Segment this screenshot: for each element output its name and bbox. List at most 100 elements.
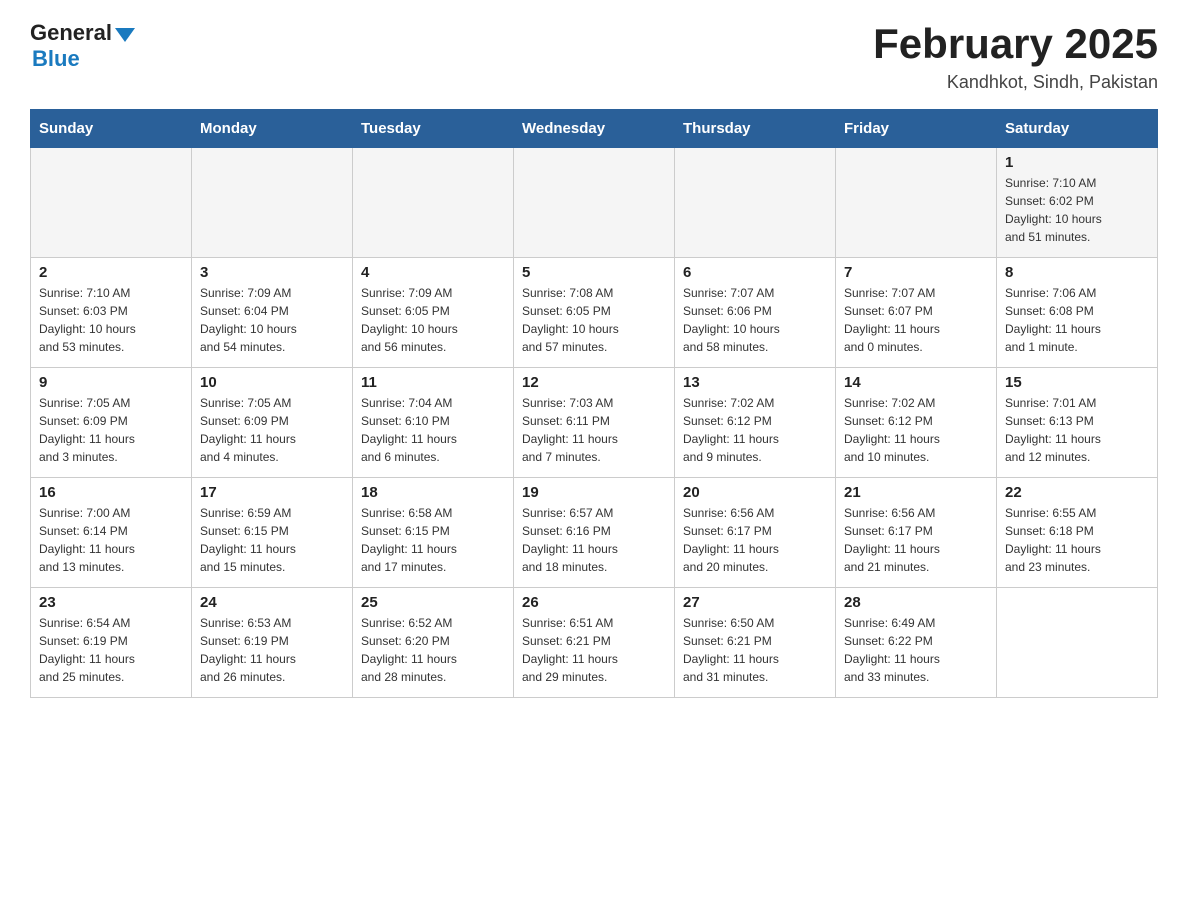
logo-arrow-icon bbox=[115, 28, 135, 42]
day-info: Sunrise: 6:52 AM Sunset: 6:20 PM Dayligh… bbox=[361, 614, 505, 686]
day-info: Sunrise: 7:02 AM Sunset: 6:12 PM Dayligh… bbox=[683, 394, 827, 466]
day-cell: 22 Sunrise: 6:55 AM Sunset: 6:18 PM Dayli… bbox=[997, 478, 1158, 588]
day-info: Sunrise: 6:58 AM Sunset: 6:15 PM Dayligh… bbox=[361, 504, 505, 576]
day-info: Sunrise: 6:53 AM Sunset: 6:19 PM Dayligh… bbox=[200, 614, 344, 686]
day-number: 17 bbox=[200, 484, 344, 501]
day-number: 18 bbox=[361, 484, 505, 501]
header-cell-friday: Friday bbox=[836, 110, 997, 148]
day-info: Sunrise: 7:04 AM Sunset: 6:10 PM Dayligh… bbox=[361, 394, 505, 466]
day-number: 4 bbox=[361, 264, 505, 281]
day-info: Sunrise: 6:59 AM Sunset: 6:15 PM Dayligh… bbox=[200, 504, 344, 576]
logo: General Blue bbox=[30, 20, 135, 72]
day-cell bbox=[675, 148, 836, 258]
day-cell bbox=[997, 588, 1158, 698]
day-info: Sunrise: 7:09 AM Sunset: 6:05 PM Dayligh… bbox=[361, 284, 505, 356]
logo-general-text: General bbox=[30, 20, 135, 46]
header-cell-thursday: Thursday bbox=[675, 110, 836, 148]
title-area: February 2025 Kandhkot, Sindh, Pakistan bbox=[873, 20, 1158, 93]
day-number: 3 bbox=[200, 264, 344, 281]
day-cell: 1 Sunrise: 7:10 AM Sunset: 6:02 PM Daylig… bbox=[997, 148, 1158, 258]
day-info: Sunrise: 7:05 AM Sunset: 6:09 PM Dayligh… bbox=[39, 394, 183, 466]
day-info: Sunrise: 7:06 AM Sunset: 6:08 PM Dayligh… bbox=[1005, 284, 1149, 356]
header-cell-sunday: Sunday bbox=[31, 110, 192, 148]
day-info: Sunrise: 7:07 AM Sunset: 6:06 PM Dayligh… bbox=[683, 284, 827, 356]
day-info: Sunrise: 6:54 AM Sunset: 6:19 PM Dayligh… bbox=[39, 614, 183, 686]
location-label: Kandhkot, Sindh, Pakistan bbox=[873, 72, 1158, 93]
header-cell-wednesday: Wednesday bbox=[514, 110, 675, 148]
day-info: Sunrise: 7:00 AM Sunset: 6:14 PM Dayligh… bbox=[39, 504, 183, 576]
day-info: Sunrise: 7:08 AM Sunset: 6:05 PM Dayligh… bbox=[522, 284, 666, 356]
day-info: Sunrise: 7:02 AM Sunset: 6:12 PM Dayligh… bbox=[844, 394, 988, 466]
day-cell: 19Sunrise: 6:57 AM Sunset: 6:16 PM Dayli… bbox=[514, 478, 675, 588]
month-title: February 2025 bbox=[873, 20, 1158, 68]
day-info: Sunrise: 7:10 AM Sunset: 6:03 PM Dayligh… bbox=[39, 284, 183, 356]
day-number: 22 bbox=[1005, 484, 1149, 501]
page-header: General Blue February 2025 Kandhkot, Sin… bbox=[30, 20, 1158, 93]
day-number: 13 bbox=[683, 374, 827, 391]
day-info: Sunrise: 7:03 AM Sunset: 6:11 PM Dayligh… bbox=[522, 394, 666, 466]
day-number: 16 bbox=[39, 484, 183, 501]
week-row-4: 16 Sunrise: 7:00 AM Sunset: 6:14 PM Dayli… bbox=[31, 478, 1158, 588]
day-number: 5 bbox=[522, 264, 666, 281]
day-cell: 15 Sunrise: 7:01 AM Sunset: 6:13 PM Dayli… bbox=[997, 368, 1158, 478]
day-cell: 27 Sunrise: 6:50 AM Sunset: 6:21 PM Dayli… bbox=[675, 588, 836, 698]
day-info: Sunrise: 6:56 AM Sunset: 6:17 PM Dayligh… bbox=[844, 504, 988, 576]
day-number: 9 bbox=[39, 374, 183, 391]
calendar-table: SundayMondayTuesdayWednesdayThursdayFrid… bbox=[30, 109, 1158, 698]
day-cell bbox=[514, 148, 675, 258]
day-number: 24 bbox=[200, 594, 344, 611]
day-info: Sunrise: 7:10 AM Sunset: 6:02 PM Dayligh… bbox=[1005, 174, 1149, 246]
day-number: 20 bbox=[683, 484, 827, 501]
day-number: 15 bbox=[1005, 374, 1149, 391]
day-cell: 21 Sunrise: 6:56 AM Sunset: 6:17 PM Dayli… bbox=[836, 478, 997, 588]
calendar-body: 1 Sunrise: 7:10 AM Sunset: 6:02 PM Daylig… bbox=[31, 148, 1158, 698]
day-info: Sunrise: 6:56 AM Sunset: 6:17 PM Dayligh… bbox=[683, 504, 827, 576]
day-info: Sunrise: 6:57 AM Sunset: 6:16 PM Dayligh… bbox=[522, 504, 666, 576]
day-cell: 6Sunrise: 7:07 AM Sunset: 6:06 PM Daylig… bbox=[675, 258, 836, 368]
day-cell: 5 Sunrise: 7:08 AM Sunset: 6:05 PM Daylig… bbox=[514, 258, 675, 368]
day-number: 25 bbox=[361, 594, 505, 611]
day-cell: 26 Sunrise: 6:51 AM Sunset: 6:21 PM Dayli… bbox=[514, 588, 675, 698]
day-cell: 11 Sunrise: 7:04 AM Sunset: 6:10 PM Dayli… bbox=[353, 368, 514, 478]
day-number: 8 bbox=[1005, 264, 1149, 281]
logo-general-label: General bbox=[30, 20, 112, 46]
header-cell-monday: Monday bbox=[192, 110, 353, 148]
day-number: 28 bbox=[844, 594, 988, 611]
day-info: Sunrise: 6:50 AM Sunset: 6:21 PM Dayligh… bbox=[683, 614, 827, 686]
day-cell bbox=[192, 148, 353, 258]
week-row-3: 9 Sunrise: 7:05 AM Sunset: 6:09 PM Daylig… bbox=[31, 368, 1158, 478]
day-number: 1 bbox=[1005, 154, 1149, 171]
day-info: Sunrise: 7:09 AM Sunset: 6:04 PM Dayligh… bbox=[200, 284, 344, 356]
day-number: 26 bbox=[522, 594, 666, 611]
day-info: Sunrise: 7:01 AM Sunset: 6:13 PM Dayligh… bbox=[1005, 394, 1149, 466]
day-number: 21 bbox=[844, 484, 988, 501]
day-cell: 4 Sunrise: 7:09 AM Sunset: 6:05 PM Daylig… bbox=[353, 258, 514, 368]
day-number: 11 bbox=[361, 374, 505, 391]
day-cell bbox=[31, 148, 192, 258]
week-row-2: 2 Sunrise: 7:10 AM Sunset: 6:03 PM Daylig… bbox=[31, 258, 1158, 368]
day-number: 2 bbox=[39, 264, 183, 281]
day-number: 23 bbox=[39, 594, 183, 611]
day-cell: 17 Sunrise: 6:59 AM Sunset: 6:15 PM Dayli… bbox=[192, 478, 353, 588]
header-row: SundayMondayTuesdayWednesdayThursdayFrid… bbox=[31, 110, 1158, 148]
day-cell: 20 Sunrise: 6:56 AM Sunset: 6:17 PM Dayli… bbox=[675, 478, 836, 588]
day-number: 14 bbox=[844, 374, 988, 391]
day-cell: 9 Sunrise: 7:05 AM Sunset: 6:09 PM Daylig… bbox=[31, 368, 192, 478]
day-cell bbox=[353, 148, 514, 258]
day-info: Sunrise: 6:55 AM Sunset: 6:18 PM Dayligh… bbox=[1005, 504, 1149, 576]
header-cell-saturday: Saturday bbox=[997, 110, 1158, 148]
day-cell: 24 Sunrise: 6:53 AM Sunset: 6:19 PM Dayli… bbox=[192, 588, 353, 698]
day-cell bbox=[836, 148, 997, 258]
day-cell: 18 Sunrise: 6:58 AM Sunset: 6:15 PM Dayli… bbox=[353, 478, 514, 588]
day-cell: 10Sunrise: 7:05 AM Sunset: 6:09 PM Dayli… bbox=[192, 368, 353, 478]
week-row-1: 1 Sunrise: 7:10 AM Sunset: 6:02 PM Daylig… bbox=[31, 148, 1158, 258]
logo-blue-label: Blue bbox=[32, 46, 80, 72]
day-info: Sunrise: 6:51 AM Sunset: 6:21 PM Dayligh… bbox=[522, 614, 666, 686]
day-number: 27 bbox=[683, 594, 827, 611]
day-cell: 28 Sunrise: 6:49 AM Sunset: 6:22 PM Dayli… bbox=[836, 588, 997, 698]
day-info: Sunrise: 7:07 AM Sunset: 6:07 PM Dayligh… bbox=[844, 284, 988, 356]
day-info: Sunrise: 6:49 AM Sunset: 6:22 PM Dayligh… bbox=[844, 614, 988, 686]
day-cell: 12Sunrise: 7:03 AM Sunset: 6:11 PM Dayli… bbox=[514, 368, 675, 478]
day-cell: 13 Sunrise: 7:02 AM Sunset: 6:12 PM Dayli… bbox=[675, 368, 836, 478]
calendar-header: SundayMondayTuesdayWednesdayThursdayFrid… bbox=[31, 110, 1158, 148]
